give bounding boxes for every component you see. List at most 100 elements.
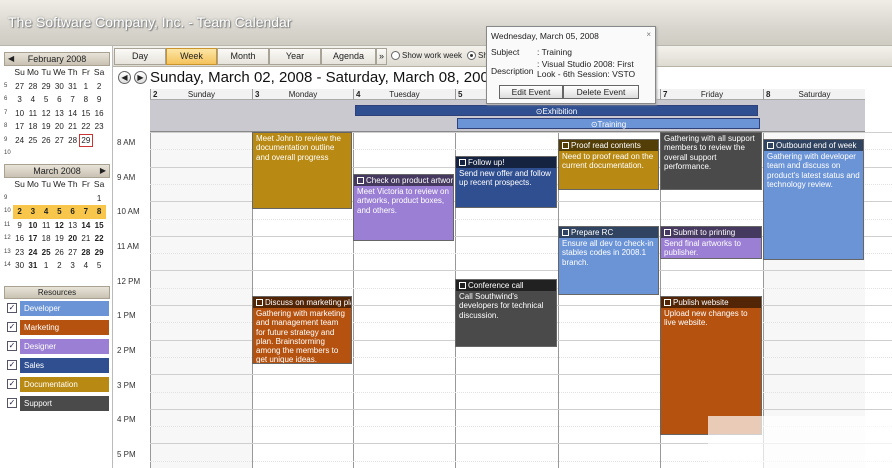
minical-day[interactable]: 10	[13, 107, 26, 121]
show-radio[interactable]	[467, 51, 476, 60]
resource-item[interactable]: ✓ Developer	[7, 301, 110, 316]
resource-item[interactable]: ✓ Marketing	[7, 320, 110, 335]
minical-day[interactable]	[53, 192, 66, 206]
week-number[interactable]: 9	[4, 192, 13, 206]
minical-day[interactable]: 26	[40, 134, 53, 148]
calendar-event[interactable]: Publish website Upload new changes to liv…	[660, 296, 762, 435]
calendar-event[interactable]: Submit to printing Send final artworks to…	[660, 226, 762, 259]
minical-day[interactable]: 9	[13, 219, 26, 233]
day-header[interactable]: 3 Monday	[252, 89, 353, 100]
more-views-button[interactable]: »	[376, 48, 387, 65]
minical-day[interactable]: 9	[93, 93, 106, 107]
calendar-event[interactable]: Prepare RC Ensure all dev to check-in sta…	[558, 226, 659, 295]
day-header[interactable]: 2 Sunday	[150, 89, 252, 100]
week-number[interactable]: 5	[4, 80, 13, 94]
minical-day[interactable]	[66, 192, 79, 206]
close-icon[interactable]: ×	[646, 30, 651, 39]
minical-day[interactable]	[93, 134, 106, 148]
minical-day[interactable]: 7	[79, 205, 93, 219]
minical-day[interactable]: 29	[93, 246, 106, 260]
day-header[interactable]: 8 Saturday	[763, 89, 865, 100]
week-number[interactable]: 10	[4, 147, 13, 161]
minical-day[interactable]: 12	[40, 107, 53, 121]
allday-event-bar[interactable]: ⊙Training	[457, 118, 760, 129]
minical-day[interactable]: 16	[13, 232, 26, 246]
minical-day[interactable]	[40, 192, 53, 206]
minical-day[interactable]: 2	[93, 80, 106, 94]
resource-checkbox[interactable]: ✓	[7, 341, 17, 351]
resource-item[interactable]: ✓ Documentation	[7, 377, 110, 392]
minical-day[interactable]: 18	[26, 120, 39, 134]
minical-day[interactable]: 4	[39, 205, 53, 219]
view-year-button[interactable]: Year	[269, 48, 321, 65]
minical-day[interactable]	[26, 147, 39, 161]
minical-day[interactable]: 5	[93, 259, 106, 273]
resource-checkbox[interactable]: ✓	[7, 322, 17, 332]
minical-day[interactable]: 21	[79, 232, 92, 246]
minical-day[interactable]	[13, 147, 26, 161]
minical-day[interactable]: 3	[66, 259, 79, 273]
next-week-button[interactable]: ▶	[134, 71, 147, 84]
day-header[interactable]: 4 Tuesday	[353, 89, 455, 100]
minical-day[interactable]: 19	[40, 120, 53, 134]
minical-day[interactable]: 29	[40, 80, 53, 94]
minical-day[interactable]: 17	[26, 232, 39, 246]
minical-day[interactable]: 14	[66, 107, 79, 121]
next-month-icon[interactable]: ▶	[100, 165, 106, 177]
resource-checkbox[interactable]: ✓	[7, 398, 17, 408]
resource-checkbox[interactable]: ✓	[7, 360, 17, 370]
minical-day[interactable]: 27	[13, 80, 26, 94]
week-number[interactable]: 10	[4, 205, 13, 219]
edit-event-button[interactable]: Edit Event	[499, 85, 563, 99]
minical-day[interactable]: 24	[13, 134, 26, 148]
view-day-button[interactable]: Day	[114, 48, 166, 65]
calendar-event[interactable]: Outbound end of week Gathering with devel…	[763, 139, 864, 260]
delete-event-button[interactable]: Delete Event	[563, 85, 639, 99]
week-number[interactable]: 8	[4, 120, 13, 134]
week-number[interactable]: 12	[4, 232, 13, 246]
view-week-button[interactable]: Week	[166, 48, 217, 65]
calendar-event[interactable]: Meet John to review the documentation ou…	[252, 132, 352, 209]
minical-day[interactable]: 27	[53, 134, 66, 148]
minical-day[interactable]: 1	[93, 192, 106, 206]
week-number[interactable]: 7	[4, 107, 13, 121]
minical-day[interactable]: 5	[40, 93, 53, 107]
week-number[interactable]: 11	[4, 219, 13, 233]
resource-checkbox[interactable]: ✓	[7, 379, 17, 389]
minical-day[interactable]: 20	[66, 232, 79, 246]
minical-day[interactable]: 28	[26, 80, 39, 94]
minical-day[interactable]: 4	[26, 93, 39, 107]
resource-item[interactable]: ✓ Sales	[7, 358, 110, 373]
resource-item[interactable]: ✓ Designer	[7, 339, 110, 354]
minical-day[interactable]: 15	[79, 107, 92, 121]
allday-cell[interactable]	[763, 100, 865, 132]
minical-day[interactable]: 18	[40, 232, 53, 246]
resource-checkbox[interactable]: ✓	[7, 303, 17, 313]
calendar-event[interactable]: Proof read contents Need to proof read on…	[558, 139, 659, 190]
allday-cell[interactable]	[252, 100, 353, 132]
minical-day[interactable]: 8	[79, 93, 92, 107]
minical-day[interactable]: 22	[93, 232, 106, 246]
minical-day[interactable]: 13	[53, 107, 66, 121]
allday-event-bar[interactable]: ⊙Exhibition	[355, 105, 758, 116]
minical-day[interactable]: 7	[66, 93, 79, 107]
minical-day[interactable]: 25	[40, 246, 53, 260]
minical-day[interactable]: 20	[53, 120, 66, 134]
minical-day[interactable]: 6	[53, 93, 66, 107]
minical-day[interactable]: 3	[26, 205, 40, 219]
work-week-radio[interactable]	[391, 51, 400, 60]
view-month-button[interactable]: Month	[217, 48, 269, 65]
calendar-event[interactable]: Gathering with all support members to re…	[660, 132, 762, 190]
view-agenda-button[interactable]: Agenda	[321, 48, 376, 65]
minical-day[interactable]: 11	[40, 219, 53, 233]
minical-day[interactable]: 3	[13, 93, 26, 107]
minical-day[interactable]: 21	[66, 120, 79, 134]
minical-day[interactable]: 2	[53, 259, 66, 273]
minical-day[interactable]: 14	[79, 219, 92, 233]
minical-day[interactable]	[53, 147, 66, 161]
minical-day[interactable]: 22	[79, 120, 92, 134]
minical-day[interactable]	[79, 192, 92, 206]
minical-day[interactable]: 28	[79, 246, 92, 260]
minical-day[interactable]: 6	[66, 205, 80, 219]
minical-day[interactable]: 1	[79, 80, 92, 94]
